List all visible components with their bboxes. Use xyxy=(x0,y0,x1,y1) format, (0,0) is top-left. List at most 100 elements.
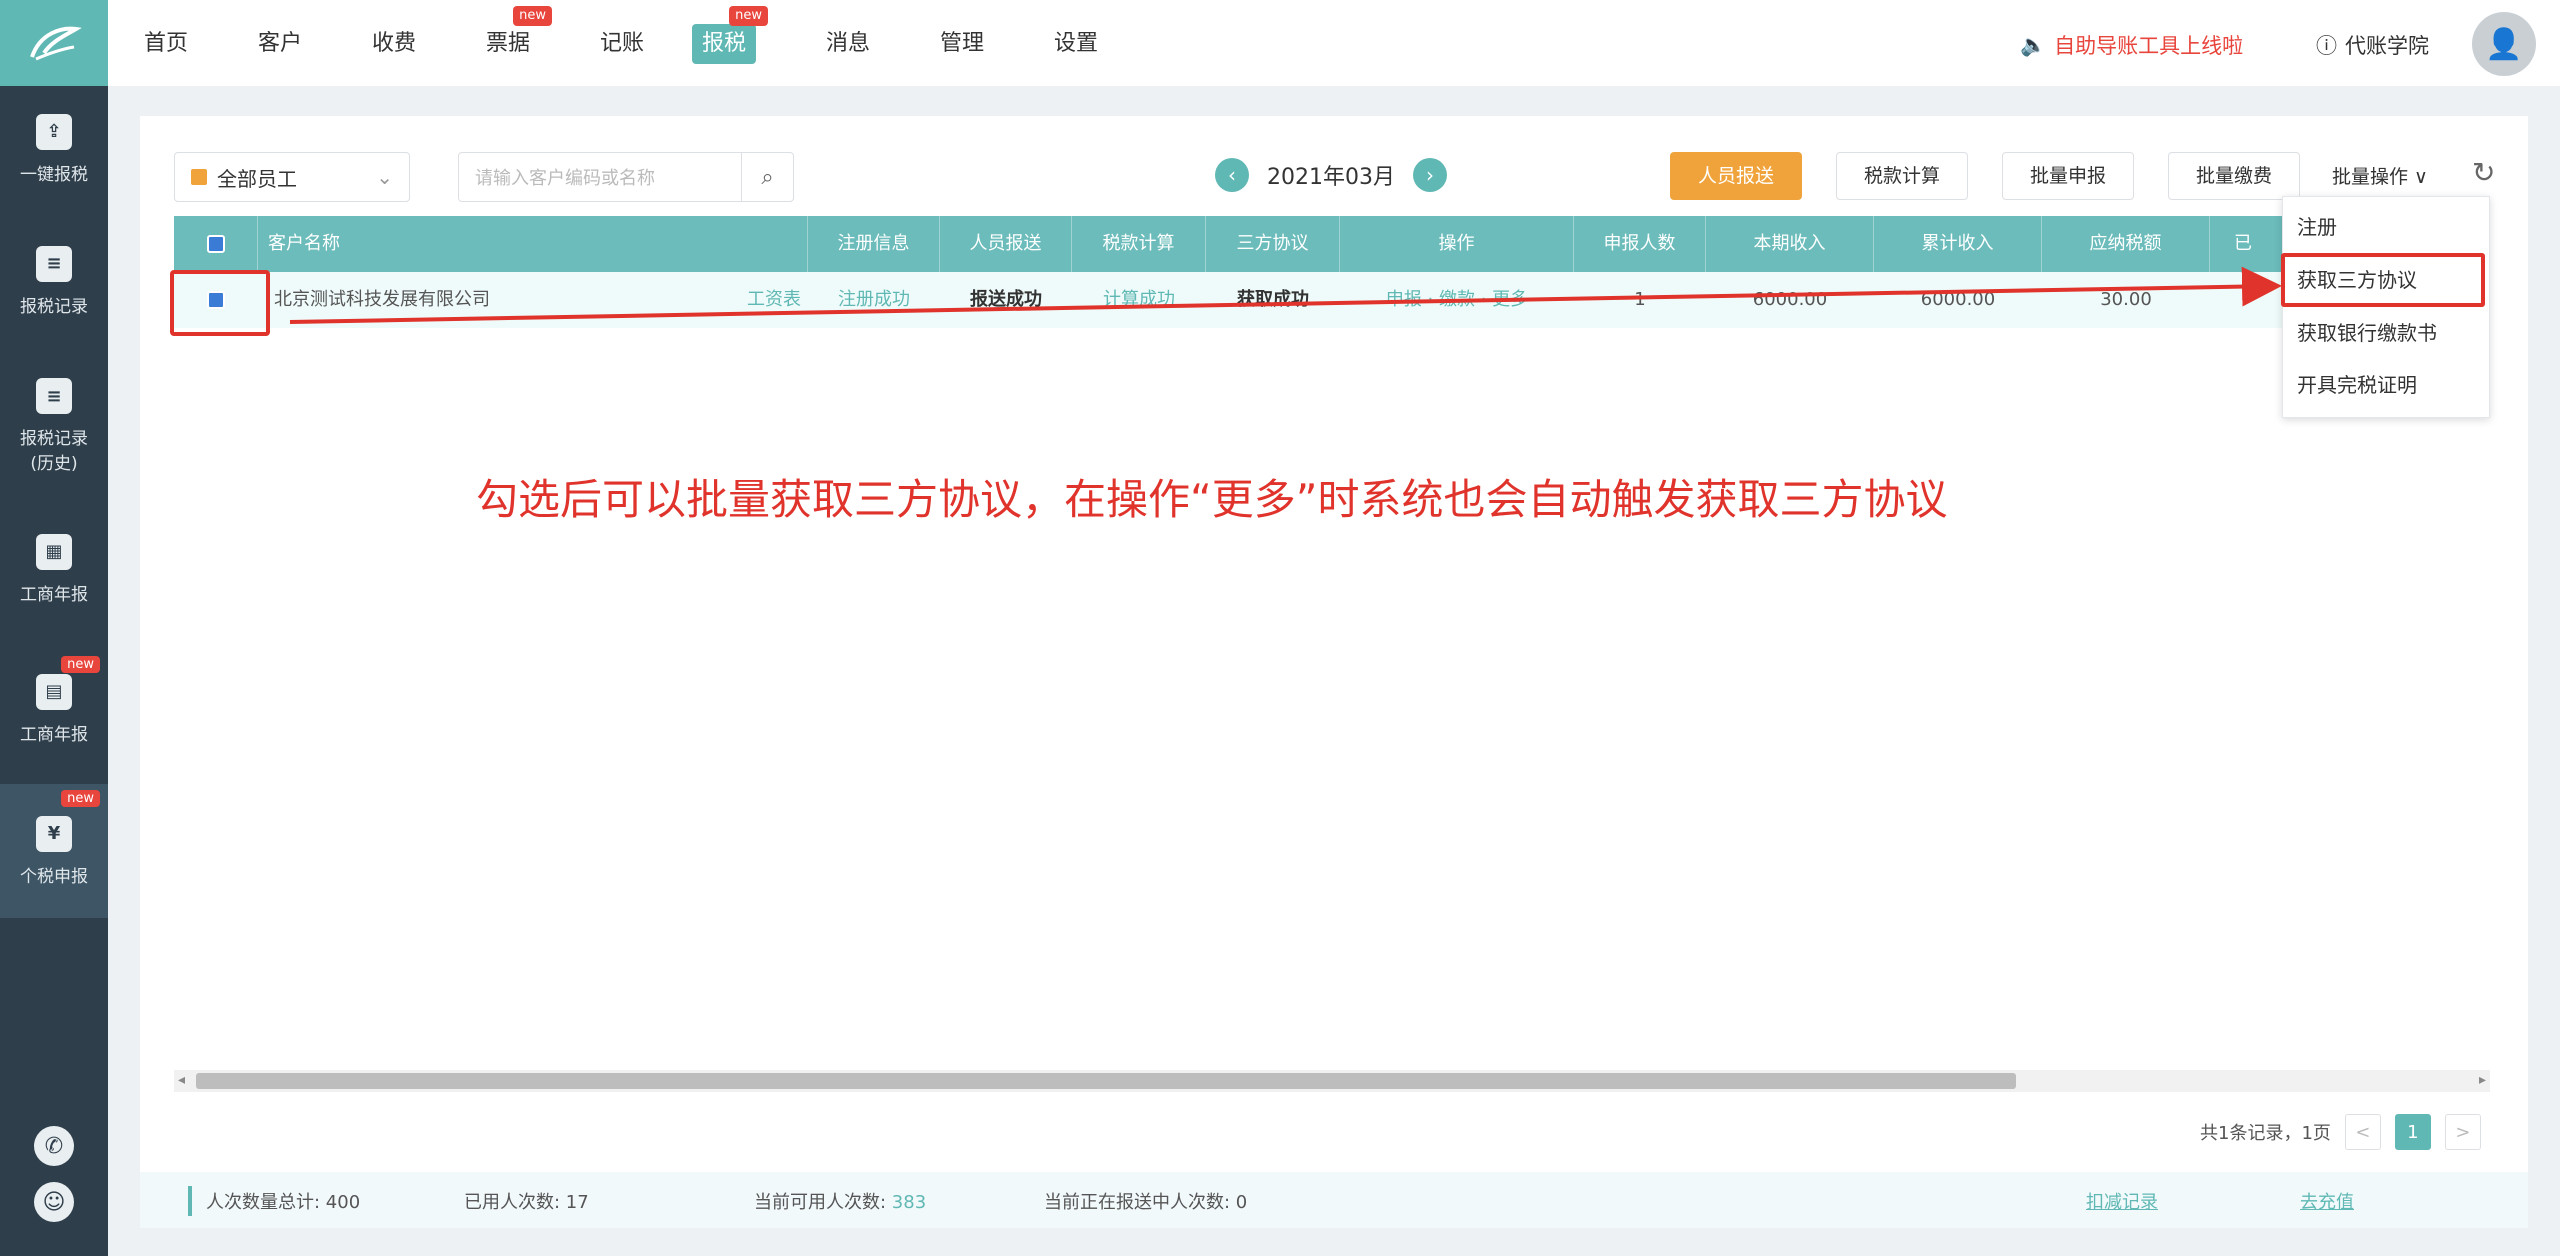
records-history-icon: ≡ xyxy=(36,378,72,414)
select-all-checkbox[interactable] xyxy=(206,235,225,253)
new-badge: new xyxy=(61,656,100,673)
agreement-status: 获取成功 xyxy=(1237,289,1309,310)
col-income: 本期收入 xyxy=(1706,216,1874,272)
row-operations[interactable]: 申报 · 缴款 · 更多 xyxy=(1340,272,1574,328)
col-registration: 注册信息 xyxy=(808,216,940,272)
academy-link[interactable]: ⓘ 代账学院 xyxy=(2316,30,2429,60)
scroll-right-icon[interactable]: ▸ xyxy=(2479,1072,2486,1088)
nav-tax[interactable]: 报税 new xyxy=(692,6,769,64)
current-income: 6000.00 xyxy=(1752,289,1828,310)
new-badge: new xyxy=(513,6,553,26)
refresh-icon[interactable]: ↻ xyxy=(2472,156,2495,189)
sidebar-item-tax-records[interactable]: ≡ 报税记录 xyxy=(0,222,108,340)
table-row[interactable]: 北京测试科技发展有限公司 工资表 注册成功 报送成功 计算成功 获取成功 申报 … xyxy=(174,272,2490,328)
menu-item-register[interactable]: 注册 xyxy=(2297,207,2337,247)
personnel-submit-button[interactable]: 人员报送 xyxy=(1670,152,1802,200)
stat-total-label: 人次数量总计: xyxy=(206,1192,326,1213)
sidebar-item-annual-report[interactable]: ▦ 工商年报 xyxy=(0,510,108,628)
search-placeholder: 请输入客户编码或名称 xyxy=(475,168,655,189)
nav-messages[interactable]: 消息 xyxy=(816,24,880,64)
prev-page-button[interactable]: < xyxy=(2344,1114,2381,1150)
next-month-icon[interactable]: › xyxy=(1412,158,1447,192)
table-header: 客户名称 注册信息 人员报送 税款计算 三方协议 操作 申报人数 本期收入 累计… xyxy=(174,216,2490,272)
stat-used-label: 已用人次数: xyxy=(464,1192,566,1213)
sidebar-item-label: 报税记录 xyxy=(20,296,88,317)
col-tax-payable: 应纳税额 xyxy=(2042,216,2210,272)
sidebar-item-label: 一键报税 xyxy=(20,164,88,185)
annotation-highlight-box xyxy=(2281,253,2485,307)
staff-select-value: 全部员工 xyxy=(217,166,297,191)
tax-calc-button[interactable]: 税款计算 xyxy=(1836,152,1968,200)
menu-item-get-bank-slip[interactable]: 获取银行缴款书 xyxy=(2297,313,2437,353)
personal-tax-icon: ¥ xyxy=(36,815,72,852)
stat-total: 人次数量总计: 400 xyxy=(206,1188,360,1214)
nav-label: 票据 xyxy=(486,31,531,56)
stat-pending-value: 0 xyxy=(1235,1192,1248,1213)
nav-bookkeeping[interactable]: 记账 xyxy=(590,24,654,64)
scroll-left-icon[interactable]: ◂ xyxy=(178,1072,185,1088)
prev-month-icon[interactable]: ‹ xyxy=(1215,158,1249,192)
info-circle-icon: ⓘ xyxy=(2316,34,2337,58)
upload-tax-icon: ⇪ xyxy=(36,113,72,150)
stat-pending: 当前正在报送中人次数: 0 xyxy=(1044,1188,1247,1214)
customer-service-icon[interactable]: ☺ xyxy=(34,1182,74,1222)
nav-settings[interactable]: 设置 xyxy=(1044,24,1108,64)
sidebar-item-tax-records-history[interactable]: ≡ 报税记录(历史) xyxy=(0,356,108,496)
nav-management[interactable]: 管理 xyxy=(930,24,994,64)
logo[interactable] xyxy=(0,0,108,86)
client-name[interactable]: 北京测试科技发展有限公司 xyxy=(274,272,674,328)
registration-status[interactable]: 注册成功 xyxy=(808,272,940,328)
phone-icon[interactable]: ✆ xyxy=(34,1126,74,1166)
academy-label: 代账学院 xyxy=(2345,34,2429,58)
nav-label: 报税 xyxy=(702,31,747,56)
stats-accent-bar xyxy=(188,1186,192,1216)
batch-operation-button[interactable]: 批量操作 ∨ xyxy=(2332,162,2428,189)
tax-calc-status[interactable]: 计算成功 xyxy=(1072,272,1206,328)
nav-billing[interactable]: 收费 xyxy=(362,24,426,64)
sidebar-item-one-click-tax[interactable]: ⇪ 一键报税 xyxy=(0,90,108,208)
col-agreement: 三方协议 xyxy=(1206,216,1340,272)
avatar[interactable]: 👤 xyxy=(2472,12,2536,76)
menu-item-tax-certificate[interactable]: 开具完税证明 xyxy=(2297,365,2417,405)
search-icon[interactable]: ⌕ xyxy=(741,153,793,201)
tax-payable: 30.00 xyxy=(2100,289,2152,310)
col-client: 客户名称 xyxy=(258,216,808,272)
nav-home[interactable]: 首页 xyxy=(134,24,198,64)
chevron-down-icon: ⌄ xyxy=(376,165,393,189)
col-tax-calc: 税款计算 xyxy=(1072,216,1206,272)
recharge-link[interactable]: 去充值 xyxy=(2300,1188,2354,1214)
batch-pay-button[interactable]: 批量缴费 xyxy=(2168,152,2300,200)
sidebar-item-label: 工商年报 xyxy=(20,584,88,605)
stat-used: 已用人次数: 17 xyxy=(464,1188,589,1214)
page-button[interactable]: 1 xyxy=(2394,1114,2431,1150)
pagination: 共1条记录，1页 < 1 > xyxy=(2200,1114,2481,1150)
pagination-summary: 共1条记录，1页 xyxy=(2200,1123,2331,1144)
records-icon: ≡ xyxy=(36,245,72,282)
batch-operation-menu: 注册 获取三方协议 获取银行缴款书 开具完税证明 xyxy=(2281,196,2490,418)
sidebar-item-annual-report-new[interactable]: new ▤ 工商年报 xyxy=(0,650,108,768)
nav-customers[interactable]: 客户 xyxy=(248,24,312,64)
annotation-checkbox-box xyxy=(170,270,270,336)
stat-total-value: 400 xyxy=(325,1192,361,1213)
personnel-status: 报送成功 xyxy=(970,289,1042,310)
col-cum-income: 累计收入 xyxy=(1874,216,2042,272)
scrollbar-thumb[interactable] xyxy=(196,1073,2016,1089)
declare-count: 1 xyxy=(1634,289,1646,310)
sidebar-item-label: 工商年报 xyxy=(20,724,88,745)
self-import-tool-label: 自助导账工具上线啦 xyxy=(2054,34,2244,58)
speaker-icon: 🔈 xyxy=(2020,32,2047,57)
search-input[interactable]: 请输入客户编码或名称 ⌕ xyxy=(458,152,794,202)
salary-tag-link[interactable]: 工资表 xyxy=(740,272,808,328)
select-all-cell[interactable] xyxy=(174,216,258,272)
next-page-button[interactable]: > xyxy=(2444,1114,2481,1150)
col-operations: 操作 xyxy=(1340,216,1574,272)
sidebar-item-label: 报税记录(历史) xyxy=(20,429,88,474)
horizontal-scrollbar[interactable]: ◂ ▸ xyxy=(174,1070,2490,1092)
staff-select[interactable]: 全部员工 ⌄ xyxy=(174,152,410,202)
deduction-records-link[interactable]: 扣减记录 xyxy=(2086,1188,2158,1214)
cumulative-income: 6000.00 xyxy=(1920,289,1996,310)
sidebar-item-personal-tax[interactable]: new ¥ 个税申报 xyxy=(0,784,108,918)
batch-declare-button[interactable]: 批量申报 xyxy=(2002,152,2134,200)
self-import-tool-link[interactable]: 🔈 自助导账工具上线啦 xyxy=(2020,30,2243,60)
nav-receipts[interactable]: 票据 new xyxy=(476,6,553,64)
